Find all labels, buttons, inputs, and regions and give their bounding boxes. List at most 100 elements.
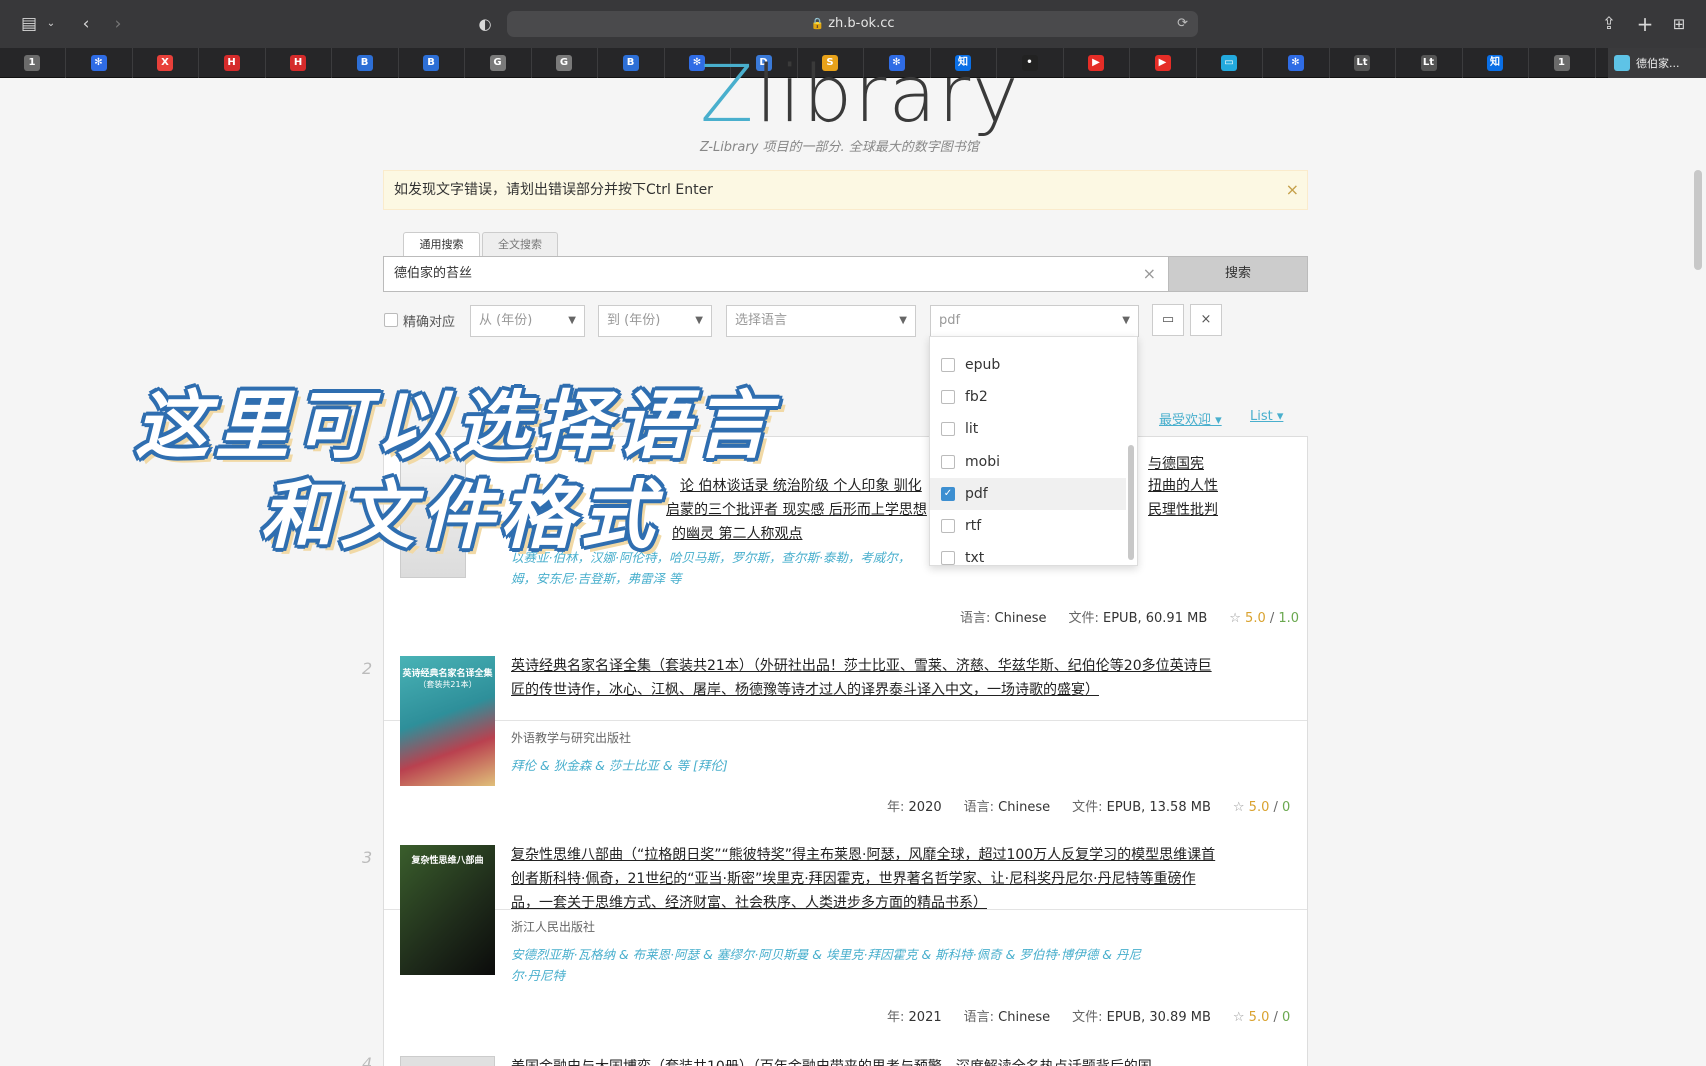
format-option-pdf[interactable]: ✓ pdf	[930, 477, 1126, 510]
checkbox-icon[interactable]	[941, 551, 955, 566]
checkbox-icon[interactable]	[941, 519, 955, 533]
browser-tab[interactable]: 知	[1463, 48, 1529, 78]
browser-tab[interactable]: ✻	[1264, 48, 1330, 78]
browser-tab[interactable]: 1	[0, 48, 66, 78]
checkbox-icon[interactable]	[941, 358, 955, 372]
tab-fulltext-search[interactable]: 全文搜索	[482, 232, 558, 257]
zlibrary-favicon-icon	[1614, 55, 1630, 71]
back-button[interactable]: ‹	[76, 12, 96, 36]
checkbox-icon[interactable]	[941, 454, 955, 469]
book-publisher[interactable]: 外语教学与研究出版社	[511, 729, 631, 746]
close-icon[interactable]: ×	[1286, 171, 1299, 209]
browser-tab[interactable]: B	[599, 48, 665, 78]
page-scrollbar[interactable]	[1694, 170, 1702, 270]
browser-tab[interactable]: B	[333, 48, 399, 78]
chevron-down-icon[interactable]: ⌄	[44, 12, 58, 36]
overlay-caption-line2: 和文件格式	[260, 473, 660, 559]
format-option-label: txt	[965, 550, 985, 567]
book-title-fragment[interactable]: 与德国宪	[1148, 452, 1268, 476]
reload-icon[interactable]: ⟳	[1177, 11, 1188, 37]
site-tagline: Z-Library 项目的一部分. 全球最大的数字图书馆	[700, 140, 979, 155]
favicon-icon: ✻	[1287, 55, 1304, 71]
browser-tab[interactable]: X	[133, 48, 199, 78]
tab-active[interactable]: 德伯家...	[1608, 48, 1706, 78]
year-from-select[interactable]: 从 (年份) ▼	[470, 305, 585, 337]
search-query: 德伯家的苔丝	[394, 266, 473, 281]
browser-tab[interactable]: ▶	[1131, 48, 1197, 78]
share-icon[interactable]: ⇪	[1598, 12, 1620, 36]
address-bar[interactable]: 🔒 zh.b-ok.cc ⟳	[507, 11, 1198, 37]
favicon-icon: B	[356, 55, 373, 71]
tab-overview-icon[interactable]: ⊞	[1668, 12, 1690, 36]
format-option-txt[interactable]: txt	[930, 542, 1126, 574]
browser-tab[interactable]: Lt	[1397, 48, 1463, 78]
browser-tab[interactable]: ▭	[1197, 48, 1263, 78]
sidebar-toggle-icon[interactable]: ▤	[18, 12, 40, 36]
exact-match-label: 精确对应	[403, 315, 456, 330]
privacy-shield-icon[interactable]: ◐	[474, 12, 496, 36]
sort-popular-link[interactable]: 最受欢迎 ▾	[1159, 409, 1222, 428]
format-option-rtf[interactable]: rtf	[930, 510, 1126, 542]
dropdown-scrollbar[interactable]	[1128, 445, 1134, 560]
book-cover[interactable]	[400, 1056, 495, 1066]
search-input[interactable]: 德伯家的苔丝 ×	[383, 256, 1169, 292]
book-cover[interactable]: 复杂性思维八部曲	[400, 845, 495, 975]
format-select[interactable]: pdf ▼	[930, 305, 1139, 337]
favicon-icon: ✻	[90, 55, 107, 71]
new-tab-button[interactable]: +	[1634, 12, 1656, 36]
site-logo[interactable]: Zlibrary	[700, 50, 1020, 140]
browser-tab[interactable]: ▶	[1064, 48, 1130, 78]
browser-tab[interactable]: B	[399, 48, 465, 78]
format-option-epub[interactable]: epub	[930, 349, 1126, 381]
checked-checkbox-icon[interactable]: ✓	[941, 486, 955, 501]
book-publisher[interactable]: 浙江人民出版社	[511, 918, 595, 935]
page-content: Zlibrary Z-Library 项目的一部分. 全球最大的数字图书馆 如发…	[0, 50, 1706, 1066]
format-option-mobi[interactable]: mobi	[930, 446, 1126, 478]
book-meta: 年: 2020 语言: Chinese 文件: EPUB, 13.58 MB ☆ 5.…	[887, 800, 1291, 815]
search-button[interactable]: 搜索	[1168, 256, 1308, 292]
active-tab-title: 德伯家...	[1636, 57, 1680, 70]
result-number: 2	[362, 659, 373, 678]
book-title-fragment[interactable]: 论 伯林谈话录 统治阶级 个人印象 驯化	[680, 474, 940, 498]
forward-button[interactable]: ›	[108, 12, 128, 36]
clear-search-icon[interactable]: ×	[1143, 257, 1156, 291]
format-option-fb2[interactable]: fb2	[930, 381, 1126, 413]
browser-tab[interactable]: Lt	[1330, 48, 1396, 78]
book-title-fragment[interactable]: 的幽灵 第二人称观点	[672, 522, 872, 546]
book-authors[interactable]: 安德烈亚斯·瓦格纳 & 布莱恩·阿瑟 & 塞缪尔·阿贝斯曼 & 埃里克·拜因霍克…	[511, 944, 1141, 986]
caret-down-icon: ▼	[568, 315, 576, 326]
format-option-lit[interactable]: lit	[930, 413, 1126, 445]
book-title-fragment[interactable]: 启蒙的三个批评者 现实感 后形而上学思想	[666, 498, 956, 522]
format-option-label: mobi	[965, 453, 1000, 470]
book-cover[interactable]: 英诗经典名家名译全集 （套装共21本）	[400, 656, 495, 786]
browser-tab[interactable]: H	[266, 48, 332, 78]
format-option-label: fb2	[965, 389, 988, 406]
browser-tab[interactable]: G	[532, 48, 598, 78]
view-mode-link[interactable]: List ▾	[1250, 409, 1283, 424]
favicon-icon: Lt	[1354, 55, 1370, 71]
favicon-icon: 知	[1487, 55, 1503, 71]
checkbox-icon[interactable]	[941, 390, 955, 405]
browser-tab[interactable]: ✻	[67, 48, 133, 78]
save-icon: ▭	[1161, 312, 1175, 327]
year-to-select[interactable]: 到 (年份) ▼	[598, 305, 712, 337]
star-icon: ☆	[1229, 611, 1241, 626]
browser-tab[interactable]: H	[200, 48, 266, 78]
book-title-fragment[interactable]: 民理性批判	[1148, 498, 1268, 522]
book-title[interactable]: 美国金融史与大国博弈（套装共10册）（百年金融史带来的思考与预警，深度解读全名热…	[511, 1055, 1216, 1066]
book-title[interactable]: 英诗经典名家名译全集（套装共21本）（外研社出品！莎士比亚、雪莱、济慈、华兹华斯…	[511, 654, 1216, 702]
url-text: zh.b-ok.cc	[828, 16, 895, 31]
format-option-label: pdf	[965, 485, 988, 502]
checkbox-icon[interactable]	[941, 422, 955, 437]
save-filter-button[interactable]: ▭	[1152, 304, 1184, 336]
language-select[interactable]: 选择语言 ▼	[726, 305, 916, 337]
book-title[interactable]: 复杂性思维八部曲（“拉格朗日奖”“熊彼特奖”得主布莱恩·阿瑟，风靡全球，超过10…	[511, 843, 1216, 915]
tab-general-search[interactable]: 通用搜索	[403, 232, 480, 257]
browser-tab[interactable]: 1	[1530, 48, 1596, 78]
browser-tab[interactable]: G	[466, 48, 532, 78]
exact-match-checkbox[interactable]	[384, 313, 398, 327]
book-title-fragment[interactable]: 扭曲的人性	[1148, 474, 1268, 498]
result-number: 4	[362, 1054, 373, 1066]
book-authors[interactable]: 拜伦 & 狄金森 & 莎士比亚 & 等 [拜伦]	[511, 755, 1141, 776]
reset-filter-button[interactable]: ×	[1190, 304, 1222, 336]
